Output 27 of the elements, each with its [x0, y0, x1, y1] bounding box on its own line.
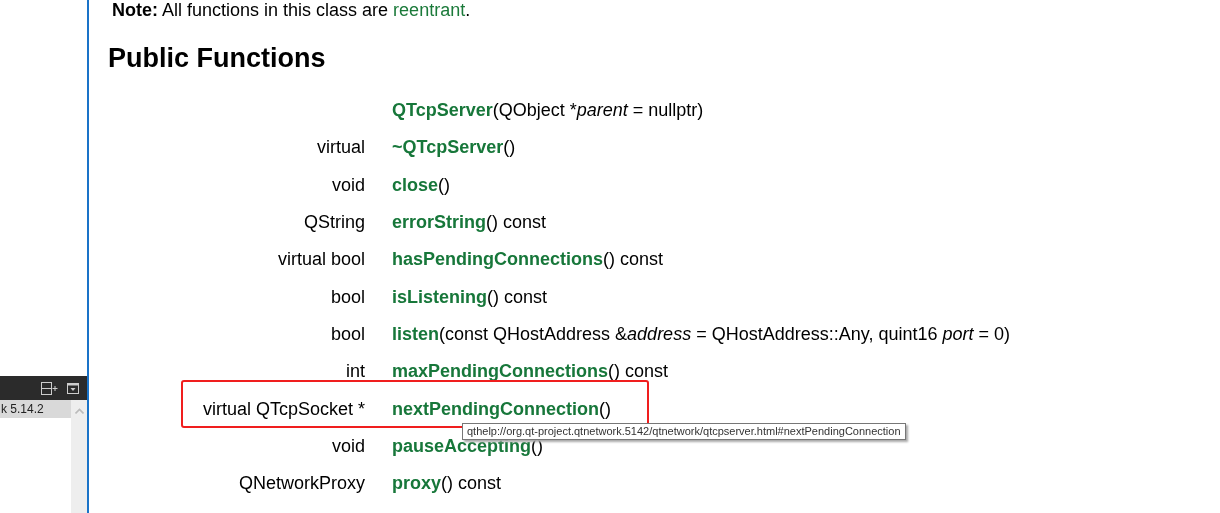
function-signature[interactable]: QTcpServer(QObject *parent = nullptr): [392, 100, 704, 122]
return-type: QNetworkProxy: [238, 473, 365, 494]
function-signature[interactable]: hasPendingConnections() const: [392, 249, 664, 271]
scrollbar[interactable]: [71, 400, 87, 513]
function-signature[interactable]: nextPendingConnection(): [392, 398, 611, 420]
function-signature[interactable]: listen(const QHostAddress &address = QHostAddress::Any, quint16 port = 0): [392, 323, 1010, 345]
note-text: Note: All functions in this class are reentrant.: [112, 0, 472, 21]
return-type: bool: [330, 286, 365, 307]
tree-item[interactable]: k 5.14.2: [0, 400, 71, 418]
function-signature[interactable]: close(): [392, 174, 451, 196]
return-type: bool: [330, 323, 365, 344]
reentrant-link[interactable]: reentrant: [393, 0, 466, 20]
return-type: void: [331, 174, 365, 195]
return-type: virtual: [317, 137, 365, 158]
return-type: void: [331, 435, 365, 456]
return-type: virtual QTcpSocket *: [202, 398, 365, 419]
url-tooltip: qthelp://org.qt-project.qtnetwork.5142/qtnetwork/qtcpserver.html#nextPendingConnection: [462, 423, 906, 440]
return-type: QString: [303, 212, 365, 233]
return-type: int: [346, 361, 365, 382]
split-add-icon[interactable]: [41, 381, 58, 395]
function-signature[interactable]: errorString() const: [392, 212, 547, 234]
function-signature[interactable]: proxy() const: [392, 473, 502, 495]
dropdown-icon[interactable]: [67, 382, 79, 394]
section-heading: Public Functions: [108, 43, 327, 74]
function-signature[interactable]: ~QTcpServer(): [392, 137, 516, 159]
function-signature[interactable]: isListening() const: [392, 286, 548, 308]
return-type: virtual bool: [277, 249, 365, 270]
